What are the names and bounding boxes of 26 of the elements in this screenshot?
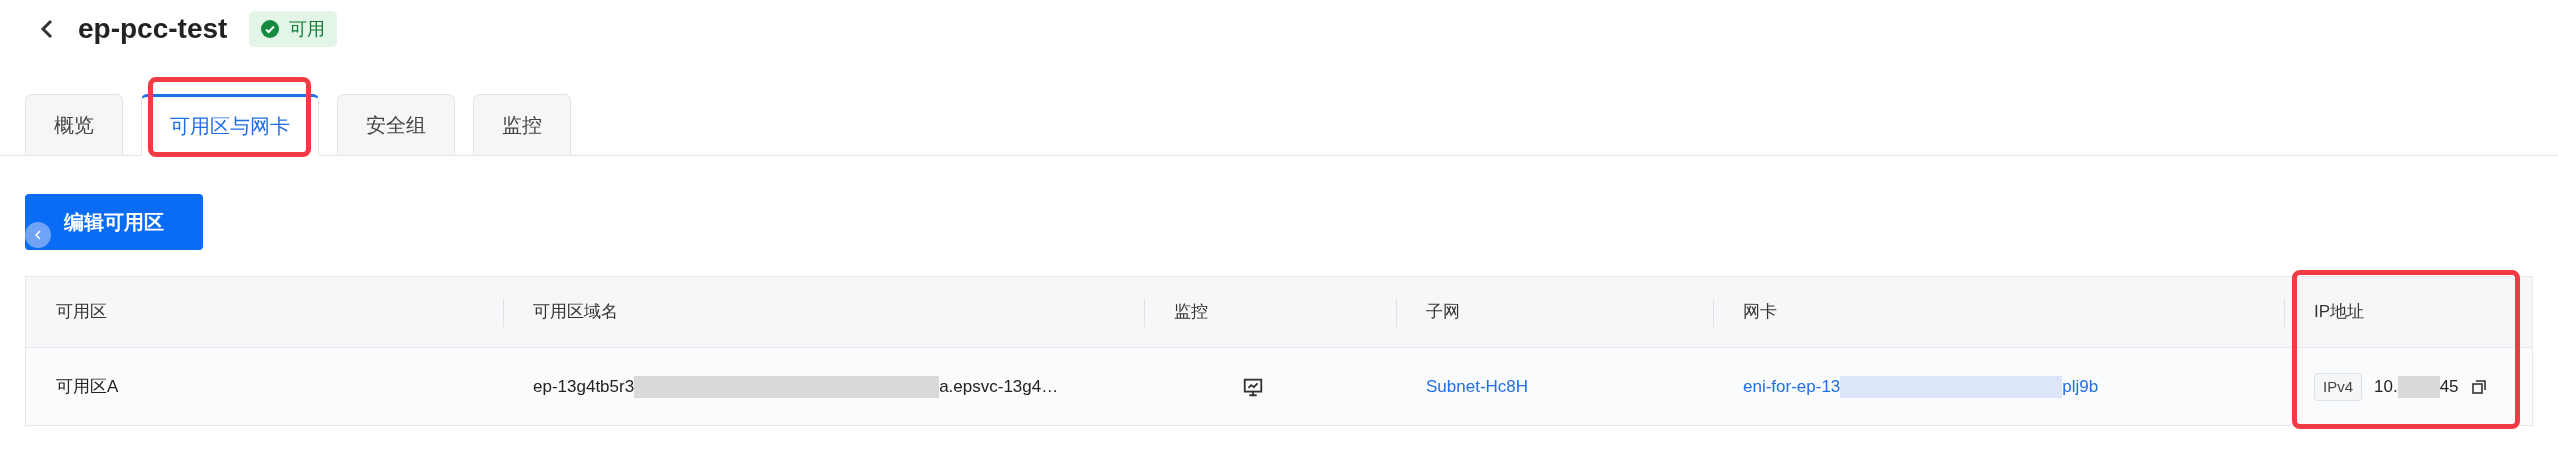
page-title: ep-pcc-test xyxy=(78,12,228,46)
column-header: 可用区 xyxy=(56,301,107,324)
column-header: 可用区域名 xyxy=(533,301,618,324)
copy-icon[interactable] xyxy=(2470,378,2487,395)
column-header: 网卡 xyxy=(1743,301,1777,324)
ip-version-tag: IPv4 xyxy=(2314,372,2362,401)
redaction-bar xyxy=(2397,375,2440,398)
table-cell-text: 45 xyxy=(2439,375,2459,398)
column-header: IP地址 xyxy=(2314,301,2365,324)
table-cell-text: 10. xyxy=(2374,375,2398,398)
column-header: 监控 xyxy=(1174,301,1208,324)
tab[interactable]: 可用区与网卡 xyxy=(141,94,319,156)
check-circle-icon xyxy=(261,20,280,38)
table-cell-text: a.epsvc-13g4… xyxy=(939,375,1059,398)
eni-link[interactable]: plj9b xyxy=(2062,373,2099,400)
eni-link[interactable]: eni-for-ep-13 xyxy=(1743,373,1841,400)
tab[interactable]: 概览 xyxy=(25,94,123,156)
table-cell-text: 可用区A xyxy=(56,375,119,398)
chevron-left-icon xyxy=(34,230,42,240)
status-badge: 可用 xyxy=(249,11,338,47)
tab[interactable]: 安全组 xyxy=(337,94,455,156)
subnet-link[interactable]: Subnet-Hc8H xyxy=(1426,373,1529,400)
table-cell-text: ep-13g4tb5r3 xyxy=(533,375,635,398)
edit-zone-button[interactable]: 编辑可用区 xyxy=(25,194,203,250)
tab[interactable]: 监控 xyxy=(473,94,571,156)
column-header: 子网 xyxy=(1426,301,1460,324)
